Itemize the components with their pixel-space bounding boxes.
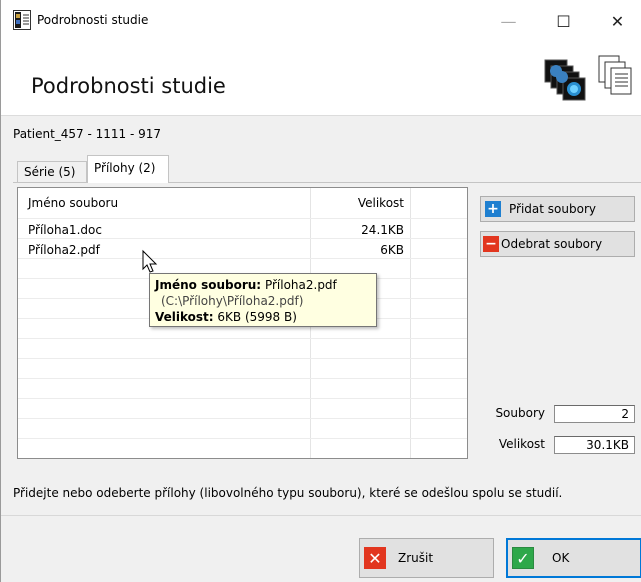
- document-stack-icon: [598, 55, 632, 95]
- ok-button[interactable]: ✓ OK: [506, 538, 641, 578]
- tooltip-path: (C:\Přílohy\Příloha2.pdf): [161, 294, 304, 308]
- file-tooltip: Jméno souboru: Příloha2.pdf (C:\Přílohy\…: [149, 273, 377, 327]
- ok-label: OK: [552, 551, 570, 565]
- row-divider: [18, 418, 467, 419]
- tab-attachments[interactable]: Přílohy (2): [87, 155, 169, 183]
- row-divider: [18, 438, 467, 439]
- cancel-button[interactable]: ✕ Zrušit: [359, 538, 494, 578]
- remove-files-button[interactable]: − Odebrat soubory: [480, 231, 635, 257]
- minus-icon: −: [483, 236, 499, 252]
- files-count-value: 2: [554, 405, 635, 423]
- checkmark-icon: ✓: [512, 547, 534, 569]
- row-divider: [18, 358, 467, 359]
- image-stack-icon: [544, 59, 586, 101]
- patient-label: Patient_457 - 1111 - 917: [13, 127, 162, 141]
- remove-files-label: Odebrat soubory: [501, 237, 603, 251]
- file-size-cell: 6KB: [380, 243, 404, 257]
- plus-icon: +: [485, 201, 501, 217]
- cancel-icon: ✕: [364, 547, 386, 569]
- hint-text: Přidejte nebo odeberte přílohy (libovoln…: [13, 486, 563, 500]
- header-icons: [544, 55, 632, 101]
- page-title: Podrobnosti studie: [31, 74, 226, 98]
- column-header-size[interactable]: Velikost: [308, 188, 404, 218]
- maximize-button[interactable]: ☐: [541, 0, 586, 42]
- total-size-label: Velikost: [498, 437, 545, 451]
- tab-series[interactable]: Série (5): [17, 161, 87, 183]
- minimize-button[interactable]: —: [486, 0, 531, 42]
- add-files-label: Přidat soubory: [509, 202, 596, 216]
- file-size-cell: 24.1KB: [361, 223, 404, 237]
- column-header-filename[interactable]: Jméno souboru: [28, 188, 118, 218]
- file-name-cell: Příloha2.pdf: [28, 243, 100, 257]
- app-icon: [13, 10, 31, 30]
- files-count-label: Soubory: [495, 406, 545, 420]
- title-bar: Podrobnosti studie — ☐ ✕: [1, 0, 641, 42]
- tooltip-name-label: Jméno souboru:: [155, 278, 262, 292]
- window-title: Podrobnosti studie: [37, 13, 149, 27]
- sort-ascending-icon: ⌃: [158, 187, 168, 195]
- dialog-header: Podrobnosti studie: [1, 42, 641, 116]
- file-name-cell: Příloha1.doc: [28, 223, 102, 237]
- add-files-button[interactable]: + Přidat soubory: [480, 196, 635, 222]
- tooltip-size-value: 6KB (5998 B): [217, 310, 297, 324]
- close-button[interactable]: ✕: [595, 0, 640, 42]
- dialog-window: Podrobnosti studie — ☐ ✕ Podrobnosti stu…: [0, 0, 641, 582]
- tooltip-name-value: Příloha2.pdf: [264, 278, 337, 292]
- row-divider: [18, 398, 467, 399]
- total-size-value: 30.1KB: [554, 436, 635, 454]
- cancel-label: Zrušit: [398, 551, 434, 565]
- row-divider: [18, 378, 467, 379]
- footer-divider: [1, 515, 641, 516]
- row-divider: [18, 218, 467, 219]
- tooltip-size-label: Velikost:: [155, 310, 214, 324]
- row-divider: [18, 338, 467, 339]
- mouse-cursor-icon: [142, 249, 158, 273]
